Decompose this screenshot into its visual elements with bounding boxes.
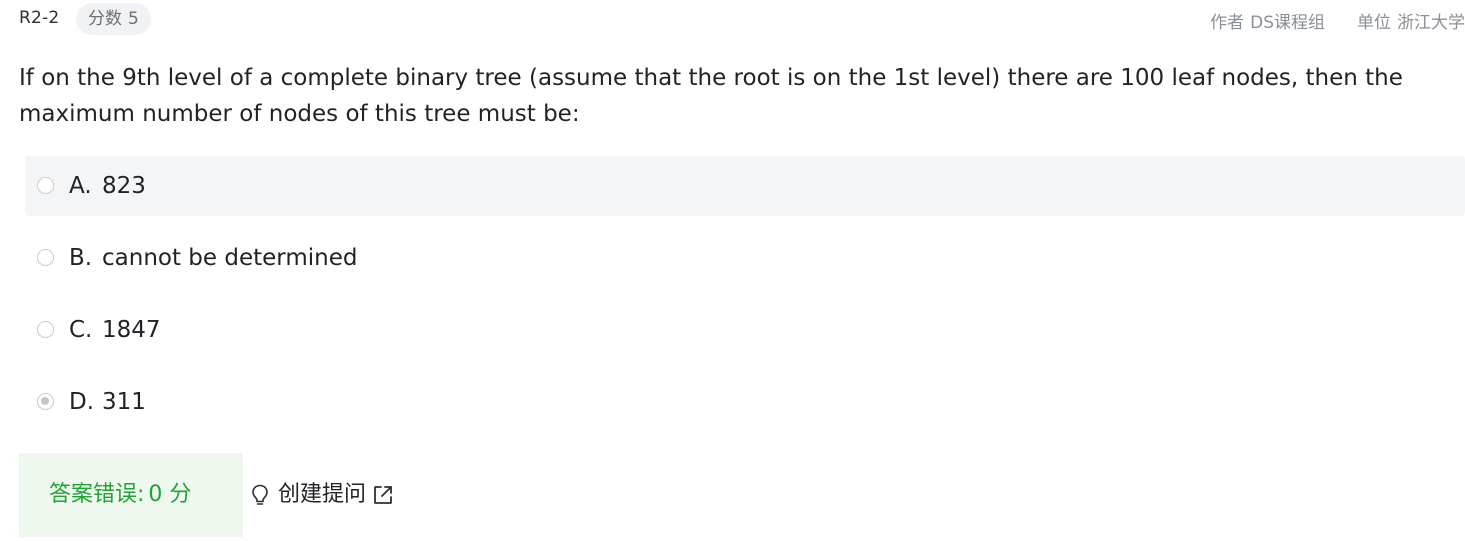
result-score: 0 分: [148, 482, 192, 507]
radio-button[interactable]: [37, 249, 54, 266]
option-letter: B.: [69, 245, 93, 271]
option-letter: C.: [69, 317, 93, 343]
score-label: 分数: [88, 9, 122, 29]
unit-info: 单位 浙江大学: [1357, 8, 1465, 33]
option-c[interactable]: C. 1847: [25, 300, 1465, 360]
option-letter: A.: [69, 173, 92, 199]
answer-options: A. 823 B. cannot be determined C. 1847 D…: [25, 156, 1465, 444]
option-text: 311: [102, 389, 146, 415]
question-id: R2-2: [19, 8, 60, 28]
unit-label: 单位: [1357, 13, 1391, 33]
option-text: 1847: [102, 317, 161, 343]
result-label: 答案错误:: [49, 482, 145, 507]
author-info: 作者 DS课程组: [1210, 8, 1325, 33]
author-value: DS课程组: [1250, 13, 1325, 33]
result-status: 答案错误: 0 分: [49, 480, 191, 510]
question-text: If on the 9th level of a complete binary…: [19, 65, 1403, 127]
score-value: 5: [128, 9, 139, 29]
score-badge: 分数 5: [76, 3, 151, 35]
option-text: cannot be determined: [102, 245, 358, 271]
question-meta: 作者 DS课程组 单位 浙江大学: [1210, 8, 1465, 33]
radio-button[interactable]: [37, 177, 54, 194]
radio-button-selected[interactable]: [37, 393, 54, 410]
option-b[interactable]: B. cannot be determined: [25, 228, 1465, 288]
create-question-link[interactable]: 创建提问: [250, 480, 394, 510]
author-label: 作者: [1210, 13, 1245, 33]
create-question-label: 创建提问: [278, 482, 367, 507]
option-text: 823: [102, 173, 146, 199]
result-panel: 答案错误: 0 分: [19, 453, 243, 537]
radio-button[interactable]: [37, 321, 54, 338]
option-d[interactable]: D. 311: [25, 372, 1465, 432]
option-letter: D.: [69, 389, 95, 415]
unit-value: 浙江大学: [1397, 13, 1465, 33]
lightbulb-icon: [250, 483, 270, 507]
option-a[interactable]: A. 823: [25, 156, 1465, 216]
question-header: R2-2 分数 5 作者 DS课程组 单位 浙江大学: [0, 0, 1465, 38]
external-link-icon: [372, 484, 394, 506]
